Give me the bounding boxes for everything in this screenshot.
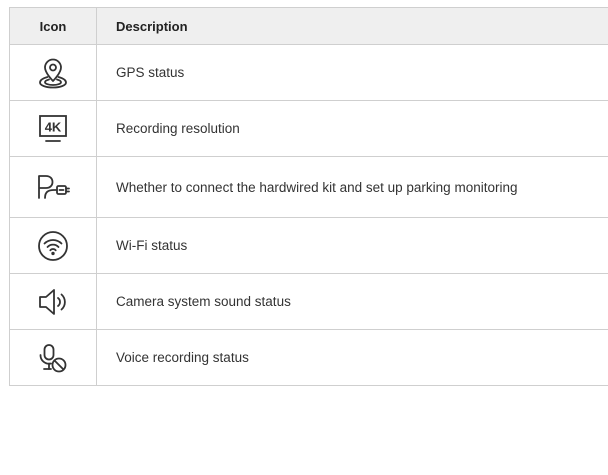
speaker-icon (39, 288, 66, 315)
icon-description-table: Icon Description GPS status 4K Recording… (9, 7, 608, 386)
parking-hardwire-icon (38, 175, 70, 199)
row-description: Whether to connect the hardwired kit and… (116, 179, 518, 195)
resolution-4k-icon: 4K (39, 114, 67, 142)
mic-muted-icon (39, 343, 67, 372)
row-description: Voice recording status (116, 350, 249, 365)
header-icon: Icon (10, 8, 97, 44)
row-description: Wi-Fi status (116, 238, 188, 253)
table-row: Voice recording status (10, 330, 608, 386)
table-row: Wi-Fi status (10, 218, 608, 274)
header-description: Description (116, 18, 188, 34)
row-description: GPS status (116, 65, 185, 80)
wifi-icon (38, 230, 68, 261)
table-header-row: Icon Description (10, 8, 608, 45)
row-description: Recording resolution (116, 121, 240, 136)
resolution-4k-label: 4K (45, 119, 62, 134)
table-row: Whether to connect the hardwired kit and… (10, 157, 608, 218)
table-row: Camera system sound status (10, 274, 608, 330)
row-description: Camera system sound status (116, 294, 291, 309)
table-row: GPS status (10, 45, 608, 101)
table-row: 4K Recording resolution (10, 101, 608, 157)
gps-location-icon (39, 58, 67, 88)
